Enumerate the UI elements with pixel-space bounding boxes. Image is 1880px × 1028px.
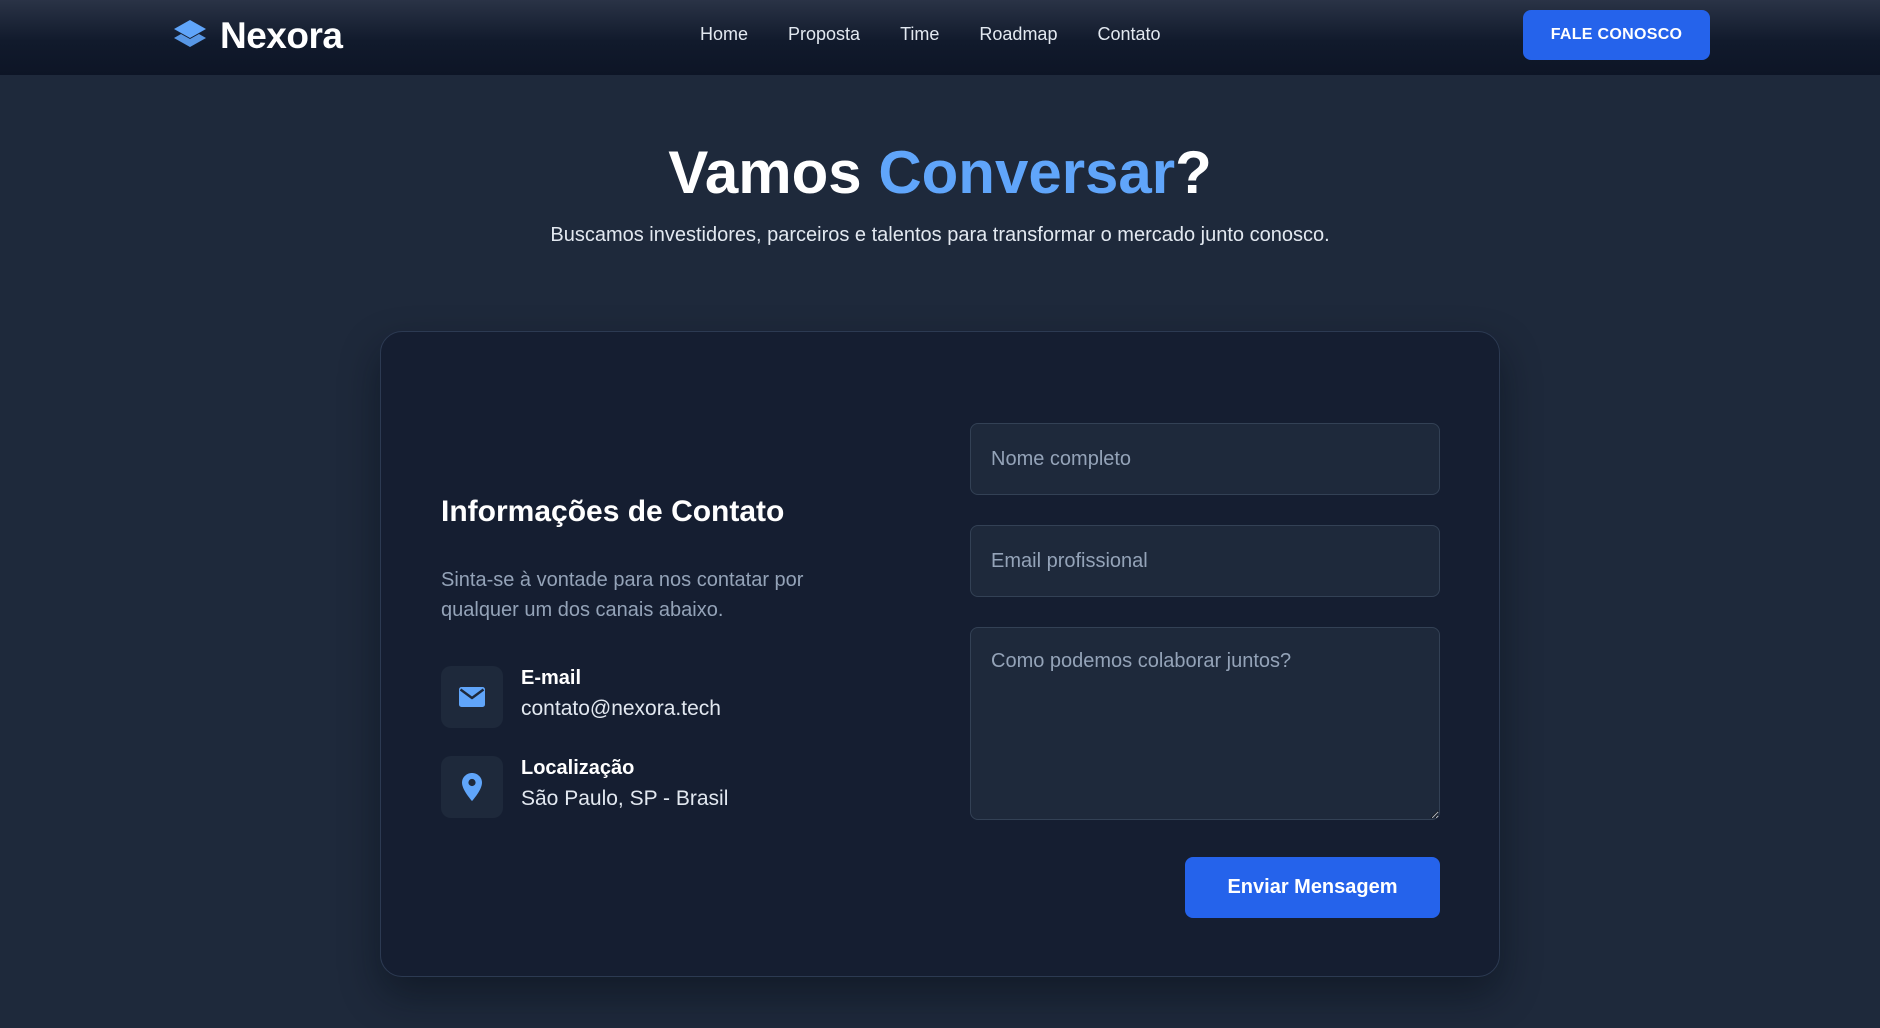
page-title: Vamos Conversar? [0, 135, 1880, 211]
contact-info-description: Sinta-se à vontade para nos contatar por… [441, 569, 804, 621]
nav-link-contato[interactable]: Contato [1097, 24, 1160, 48]
contact-item-label: Localização [521, 757, 635, 779]
send-message-button[interactable]: Enviar Mensagem [1185, 857, 1440, 918]
nav-link-proposta[interactable]: Proposta [788, 24, 860, 48]
brand-name: Nexora [220, 15, 343, 56]
nav-link-roadmap[interactable]: Roadmap [979, 24, 1057, 48]
brand[interactable]: Nexora [172, 14, 343, 58]
email-input[interactable] [970, 525, 1440, 597]
contact-item-email: E-mail contato@nexora.tech [441, 666, 901, 728]
map-pin-icon [441, 756, 503, 818]
page-subtitle: Buscamos investidores, parceiros e talen… [550, 224, 1330, 246]
contact-info-title: Informações de Contato [441, 495, 785, 528]
title-suffix: ? [1175, 139, 1212, 206]
envelope-icon [441, 666, 503, 728]
contact-card: Informações de Contato Sinta-se à vontad… [380, 331, 1500, 977]
full-name-input[interactable] [970, 423, 1440, 495]
contact-us-button[interactable]: FALE CONOSCO [1523, 10, 1710, 60]
location-address: São Paulo, SP - Brasil [521, 787, 729, 810]
contact-item-location: Localização São Paulo, SP - Brasil [441, 756, 901, 818]
title-prefix: Vamos [668, 139, 879, 206]
top-navbar: Nexora Home Proposta Time Roadmap Contat… [0, 0, 1880, 75]
message-textarea[interactable] [970, 627, 1440, 820]
email-address[interactable]: contato@nexora.tech [521, 697, 721, 721]
main-nav: Home Proposta Time Roadmap Contato [700, 24, 1161, 48]
title-accent: Conversar [878, 139, 1176, 206]
contact-item-label: E-mail [521, 667, 582, 689]
layers-icon [174, 20, 206, 47]
nav-link-home[interactable]: Home [700, 24, 748, 48]
nav-link-time[interactable]: Time [900, 24, 939, 48]
